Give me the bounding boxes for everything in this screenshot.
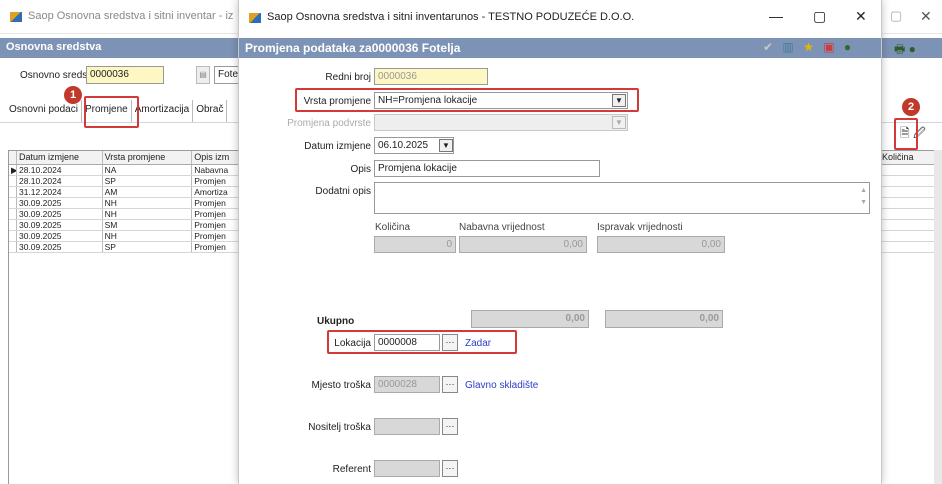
vrsta-promjene-select[interactable]: NH=Promjena lokacije	[374, 92, 628, 109]
minimize-icon[interactable]: —	[769, 8, 783, 24]
dialog-subbar-title: Promjena podataka za0000036 Fotelja	[245, 41, 461, 55]
document-icon[interactable]: ▣	[823, 40, 834, 54]
grid-header-vrsta[interactable]: Vrsta promjene	[103, 151, 193, 164]
datum-izmjene-dropdown-icon[interactable]: ▼	[439, 139, 453, 152]
grid-header-kolicina[interactable]: Količina	[879, 151, 934, 165]
table-row[interactable]: 30.09.2025 NH Promjen	[9, 198, 240, 209]
right-grid: Količina	[878, 150, 934, 484]
ukupno-label: Ukupno	[317, 316, 355, 327]
ukupno-ispravak-field: 0,00	[605, 310, 723, 328]
background-maximize-icon[interactable]: ▢	[890, 8, 902, 24]
lokacija-lookup-button[interactable]: ···	[442, 334, 458, 351]
tab-bar: Osnovni podaci Promjene Amortizacija Obr…	[6, 100, 228, 122]
chart-icon[interactable]: ▥	[782, 40, 793, 54]
tab-amortizacija[interactable]: Amortizacija	[132, 100, 194, 122]
kolicina-header: Količina	[375, 222, 411, 233]
vrsta-promjene-dropdown-icon[interactable]: ▼	[612, 94, 626, 107]
dodatni-opis-textarea[interactable]: ▲ ▼	[374, 182, 870, 214]
step-badge-2: 2	[902, 98, 920, 116]
opis-label: Opis	[350, 164, 371, 175]
check-icon[interactable]: ✔	[763, 40, 773, 54]
lokacija-label: Lokacija	[334, 338, 371, 349]
tab-promjene[interactable]: Promjene	[81, 100, 132, 122]
table-row[interactable]: 30.09.2025 SP Promjen	[9, 242, 240, 253]
vrsta-promjene-label: Vrsta promjene	[303, 96, 371, 107]
table-row[interactable]: 28.10.2024 SP Promjen	[9, 176, 240, 187]
osnovno-sredstvo-lookup-button[interactable]: ▤	[196, 66, 210, 84]
new-change-icon[interactable]: 🗎	[900, 126, 910, 140]
vertical-scrollbar[interactable]	[934, 150, 942, 484]
app-logo-icon	[10, 12, 22, 22]
background-close-icon[interactable]: ✕	[920, 8, 932, 25]
redni-broj-label: Redni broj	[325, 72, 371, 83]
mjesto-troska-field[interactable]: 0000028	[374, 376, 440, 393]
step-badge-1: 1	[64, 86, 82, 104]
grid-toolbar: 🗎 🖉	[900, 124, 926, 145]
redni-broj-field[interactable]: 0000036	[374, 68, 488, 85]
referent-field[interactable]	[374, 460, 440, 477]
close-icon[interactable]: ✕	[855, 8, 867, 25]
grid-header-opis[interactable]: Opis izm	[192, 151, 240, 164]
textarea-scroll-icon[interactable]: ▲ ▼	[860, 185, 867, 209]
print-icon[interactable]: 🖶	[894, 42, 905, 56]
promjena-podvrste-dropdown-icon: ▼	[612, 116, 626, 129]
promjena-podvrste-select	[374, 114, 628, 131]
changes-grid: Datum izmjene Vrsta promjene Opis izm ▶ …	[8, 150, 240, 484]
ukupno-nabavna-field: 0,00	[471, 310, 589, 328]
ispravak-vrijednosti-header: Ispravak vrijednosti	[597, 222, 683, 233]
ispravak-vrijednosti-field: 0,00	[597, 236, 725, 253]
background-subbar-title: Osnovna sredstva	[6, 41, 102, 53]
kolicina-field: 0	[374, 236, 456, 253]
table-row[interactable]: 30.09.2025 NH Promjen	[9, 209, 240, 220]
maximize-icon[interactable]: ▢	[813, 8, 826, 25]
ukupno-ispravak-value: 0,00	[699, 313, 719, 324]
table-row[interactable]: 30.09.2025 SM Promjen	[9, 220, 240, 231]
background-window-title: Saop Osnovna sredstva i sitni inventar -…	[28, 10, 234, 22]
lokacija-name-link[interactable]: Zadar	[465, 338, 491, 349]
mjesto-troska-name-link[interactable]: Glavno skladište	[465, 380, 538, 391]
grid-header-datum[interactable]: Datum izmjene	[17, 151, 103, 164]
lokacija-field[interactable]: 0000008	[374, 334, 440, 351]
referent-label: Referent	[332, 464, 371, 475]
table-row[interactable]: 30.09.2025 NH Promjen	[9, 231, 240, 242]
nositelj-troska-lookup-button[interactable]: ···	[442, 418, 458, 435]
mjesto-troska-lookup-button[interactable]: ···	[442, 376, 458, 393]
grid-header: Datum izmjene Vrsta promjene Opis izm	[9, 151, 240, 165]
dialog-titlebar: Saop Osnovna sredstva i sitni inventarun…	[239, 0, 881, 36]
referent-lookup-button[interactable]: ···	[442, 460, 458, 477]
mjesto-troska-label: Mjesto troška	[311, 380, 371, 391]
change-dialog: Saop Osnovna sredstva i sitni inventarun…	[238, 0, 882, 484]
nositelj-troska-label: Nositelj troška	[308, 422, 371, 433]
dodatni-opis-label: Dodatni opis	[315, 186, 371, 197]
nabavna-vrijednost-field: 0,00	[459, 236, 587, 253]
opis-field[interactable]: Promjena lokacije	[374, 160, 600, 177]
globe-icon[interactable]: ●	[844, 40, 851, 54]
app-logo-icon	[249, 13, 261, 23]
star-icon[interactable]: ★	[803, 40, 814, 54]
edit-icon[interactable]: 🖉	[913, 126, 926, 140]
table-row[interactable]: ▶ 28.10.2024 NA Nabavna	[9, 165, 240, 176]
dialog-window-title: Saop Osnovna sredstva i sitni inventarun…	[267, 11, 635, 23]
ukupno-nabavna-value: 0,00	[565, 313, 585, 324]
promjena-podvrste-label: Promjena podvrste	[287, 118, 371, 129]
datum-izmjene-label: Datum izmjene	[304, 141, 371, 152]
nositelj-troska-field[interactable]	[374, 418, 440, 435]
background-toolbar: 🖶 ●	[894, 40, 916, 61]
current-row-marker-icon: ▶	[11, 165, 17, 175]
tab-obracun[interactable]: Obrač	[193, 100, 228, 122]
globe-icon[interactable]: ●	[909, 42, 916, 56]
dialog-toolbar: ✔ ▥ ★ ▣ ●	[763, 40, 857, 54]
table-row[interactable]: 31.12.2024 AM Amortiza	[9, 187, 240, 198]
dialog-subbar: Promjena podataka za0000036 Fotelja ✔ ▥ …	[239, 38, 881, 58]
nabavna-vrijednost-header: Nabavna vrijednost	[459, 222, 545, 233]
osnovno-sredstvo-input[interactable]: 0000036	[86, 66, 164, 84]
